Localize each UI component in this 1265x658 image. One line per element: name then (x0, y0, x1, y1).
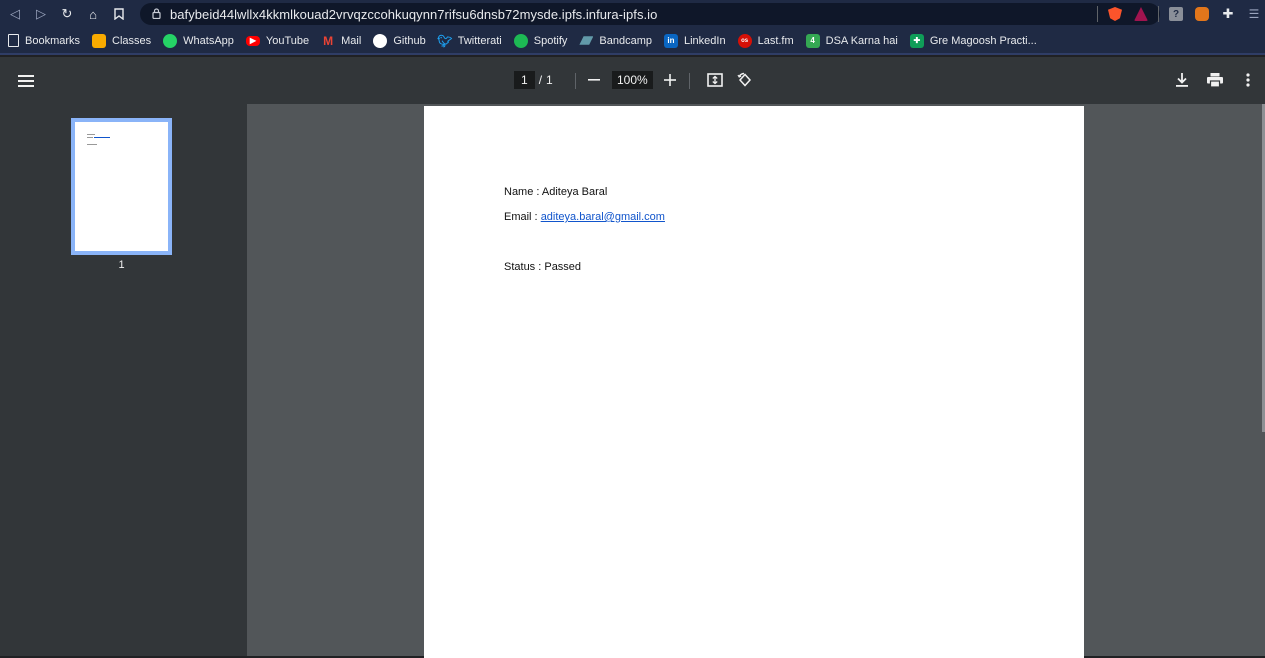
bookmark-dsa[interactable]: 4 DSA Karna hai (805, 33, 898, 48)
lock-icon (152, 8, 162, 20)
bookmark-whatsapp[interactable]: WhatsApp (163, 33, 234, 48)
metamask-icon[interactable] (1195, 7, 1209, 21)
linkedin-icon: in (663, 33, 678, 48)
thumbnail-text-line (87, 144, 97, 145)
bookmark-lastfm[interactable]: os Last.fm (737, 33, 794, 48)
bookmark-page-icon[interactable] (106, 0, 132, 28)
menu-icon[interactable]: ☰ (1247, 7, 1261, 21)
bookmark-spotify[interactable]: Spotify (513, 33, 567, 48)
extensions-area: ? ✚ ☰ (1097, 0, 1265, 28)
bandcamp-icon (579, 36, 594, 45)
lastfm-icon: os (737, 33, 752, 48)
browser-toolbar: ◁ ▷ ↻ ⌂ bafybeid44lwllx4kkmlkouad2vrvqzc… (0, 0, 1265, 28)
whatsapp-icon (163, 33, 178, 48)
hamburger-menu-icon[interactable] (16, 71, 36, 91)
print-icon[interactable] (1205, 70, 1225, 90)
thumbnail-link-line (94, 137, 110, 138)
bookmark-bandcamp[interactable]: Bandcamp (579, 34, 652, 48)
bookmark-twitterati[interactable]: 🐦︎ Twitterati (437, 33, 502, 48)
divider (1158, 6, 1159, 22)
current-page-input[interactable]: 1 (514, 71, 535, 89)
sheet-4-icon: 4 (805, 33, 820, 48)
twitter-icon: 🐦︎ (437, 33, 453, 48)
toolbar-divider (575, 73, 576, 89)
thumbnail-text-line (87, 134, 95, 135)
download-icon[interactable] (1172, 70, 1192, 90)
page-separator: / (538, 73, 543, 87)
brave-rewards-icon[interactable] (1134, 7, 1148, 21)
zoom-out-icon[interactable] (585, 70, 603, 90)
extensions-puzzle-icon[interactable]: ✚ (1221, 6, 1235, 21)
zoom-in-icon[interactable] (661, 70, 679, 90)
bookmark-linkedin[interactable]: in LinkedIn (663, 33, 726, 48)
bookmark-mail[interactable]: M Mail (321, 34, 361, 48)
gmail-icon: M (323, 33, 334, 48)
help-extension-icon[interactable]: ? (1169, 7, 1183, 21)
document-viewport: Name : Aditeya Baral Email : aditeya.bar… (247, 104, 1265, 658)
more-options-icon[interactable] (1240, 70, 1256, 90)
sheets-icon: ✚ (909, 33, 924, 48)
thumbnail-text-line (87, 137, 93, 138)
email-line: Email : aditeya.baral@gmail.com (504, 211, 665, 223)
youtube-icon: ▶ (245, 35, 260, 46)
forward-icon[interactable]: ▷ (28, 0, 54, 28)
page-thumbnail[interactable] (71, 118, 172, 255)
bookmark-github[interactable]: Github (373, 33, 426, 48)
total-pages: 1 (546, 73, 553, 87)
bookmarks-folder[interactable]: Bookmarks (8, 34, 80, 47)
pdf-toolbar: 1 / 1 100% (0, 57, 1265, 104)
spotify-icon (513, 33, 528, 48)
page-selector: 1 / 1 (514, 71, 553, 89)
pdf-page: Name : Aditeya Baral Email : aditeya.bar… (424, 106, 1084, 658)
fit-to-page-icon[interactable] (705, 70, 725, 90)
brave-shield-icon[interactable] (1108, 7, 1122, 21)
divider (1097, 6, 1098, 22)
toolbar-divider (689, 73, 690, 89)
classroom-icon (92, 33, 107, 48)
email-link[interactable]: aditeya.baral@gmail.com (541, 211, 665, 223)
thumbnail-sidebar: 1 (0, 104, 247, 656)
bookmark-youtube[interactable]: ▶ YouTube (245, 35, 309, 47)
zoom-level[interactable]: 100% (612, 71, 653, 89)
bookmarks-bar: Bookmarks Classes WhatsApp ▶ YouTube M M… (0, 28, 1265, 55)
name-line: Name : Aditeya Baral (504, 186, 608, 198)
back-icon[interactable]: ◁ (2, 0, 28, 28)
thumbnail-page-number: 1 (118, 259, 125, 271)
status-line: Status : Passed (504, 261, 582, 273)
bookmark-gre-magoosh[interactable]: ✚ Gre Magoosh Practi... (909, 33, 1037, 48)
github-icon (373, 33, 388, 48)
bookmarks-folder-icon (8, 34, 19, 47)
rotate-icon[interactable] (735, 70, 755, 90)
bookmark-classes[interactable]: Classes (92, 33, 151, 48)
address-bar[interactable]: bafybeid44lwllx4kkmlkouad2vrvqzccohkuqyn… (140, 3, 1160, 25)
reload-icon[interactable]: ↻ (54, 0, 80, 28)
email-label: Email : (504, 211, 541, 223)
home-icon[interactable]: ⌂ (80, 0, 106, 28)
url-text: bafybeid44lwllx4kkmlkouad2vrvqzccohkuqyn… (170, 6, 658, 22)
